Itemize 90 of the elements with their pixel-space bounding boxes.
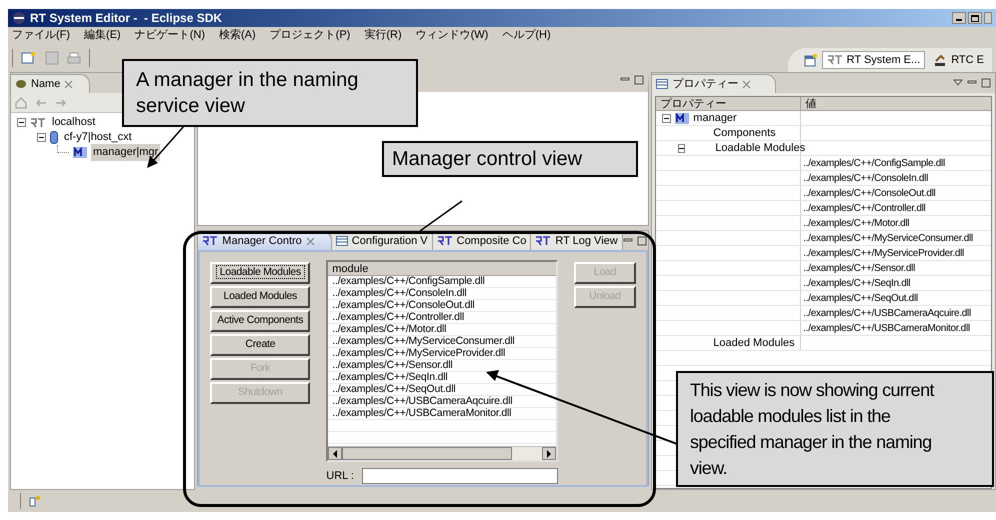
action-button[interactable]: Create	[210, 334, 310, 356]
property-value: ../examples/C++/Controller.dll	[803, 202, 926, 216]
table-cell-text: ../examples/C++/ConsoleOut.dll	[331, 300, 476, 312]
new-file-icon[interactable]	[21, 51, 37, 65]
table-cell-text: ../examples/C++/ConfigSample.dll	[331, 276, 486, 288]
property-value: ../examples/C++/USBCameraMonitor.dll	[803, 322, 970, 336]
view-menu-icon[interactable]	[953, 78, 963, 88]
maximize-button[interactable]	[968, 12, 982, 24]
property-value: ../examples/C++/MyServiceProvider.dll	[803, 246, 964, 260]
rt-logo-icon	[826, 55, 843, 65]
tree-item[interactable]: manager|mgr	[91, 144, 160, 161]
property-value: ../examples/C++/ConsoleIn.dll	[803, 172, 928, 186]
property-name: Loadable Modules	[715, 140, 806, 156]
action-button[interactable]: Loadable Modules	[210, 262, 310, 284]
rt-icon	[202, 236, 218, 246]
menu-item[interactable]: ヘルプ(H)	[502, 27, 551, 44]
fast-view-icon[interactable]	[29, 495, 41, 507]
menu-item[interactable]: 検索(A)	[219, 27, 256, 44]
minimize-button[interactable]	[952, 12, 966, 24]
close-icon[interactable]	[742, 80, 752, 88]
property-value: ../examples/C++/Motor.dll	[803, 216, 910, 230]
menu-item[interactable]: ファイル(F)	[12, 27, 70, 44]
table-cell-text: ../examples/C++/USBCameraMonitor.dll	[331, 408, 512, 420]
menu-item[interactable]: プロジェクト(P)	[270, 27, 350, 44]
maximize-icon[interactable]	[981, 78, 991, 88]
property-name: Loaded Modules	[713, 336, 795, 351]
window-title: RT System Editor - - Eclipse SDK	[30, 10, 222, 27]
table-cell-text: ../examples/C++/Motor.dll	[331, 324, 448, 336]
view-tab[interactable]: プロパティー	[652, 74, 776, 93]
print-icon[interactable]	[67, 51, 81, 65]
callout: A manager in the naming service view	[122, 59, 418, 127]
callout: Manager control view	[382, 141, 638, 177]
tree-item[interactable]: cf-y7|host_cxt	[62, 129, 134, 146]
open-perspective-icon[interactable]	[804, 53, 818, 67]
table-icon	[336, 236, 348, 246]
column-header[interactable]: 値	[801, 97, 991, 110]
perspective-button[interactable]: RT System E...	[822, 51, 926, 69]
property-value: ../examples/C++/ConfigSample.dll	[803, 156, 945, 170]
eclipse-icon	[12, 11, 26, 25]
property-name: Components	[713, 126, 776, 141]
collapse-toggle[interactable]	[17, 118, 26, 127]
table-cell-text: ../examples/C++/Sensor.dll	[331, 360, 454, 372]
cylinder-icon	[50, 131, 58, 144]
close-icon[interactable]	[64, 80, 74, 88]
property-value: ../examples/C++/MyServiceConsumer.dll	[803, 232, 973, 246]
property-value: ../examples/C++/Sensor.dll	[803, 262, 916, 276]
url-field[interactable]	[362, 468, 558, 484]
rt-icon	[436, 236, 453, 246]
table-cell-text: ../examples/C++/USBCameraAqcuire.dll	[331, 396, 514, 408]
view-tab[interactable]: Name	[11, 74, 90, 93]
property-value: ../examples/C++/ConsoleOut.dll	[803, 186, 936, 200]
property-value: ../examples/C++/SeqIn.dll	[803, 276, 910, 290]
collapse-toggle[interactable]	[662, 114, 672, 122]
table-cell-text: ../examples/C++/ConsoleIn.dll	[331, 288, 468, 300]
leader-line	[420, 200, 462, 232]
property-value: ../examples/C++/SeqOut.dll	[803, 292, 918, 306]
close-icon[interactable]	[306, 236, 315, 246]
menu-item[interactable]: ナビゲート(N)	[134, 27, 205, 44]
collapse-toggle[interactable]	[37, 133, 46, 142]
callout: This view is now showing current loadable modules list in the specified manager in the naming view.	[676, 371, 994, 487]
leaf-icon	[15, 79, 27, 89]
property-name: manager	[693, 110, 737, 126]
manager-icon	[675, 112, 690, 124]
menu-item[interactable]: 編集(E)	[84, 27, 121, 44]
rt-icon	[535, 236, 552, 246]
property-value: ../examples/C++/USBCameraAqcuire.dll	[803, 306, 971, 320]
tab-label: プロパティー	[672, 76, 738, 92]
table-cell-text: ../examples/C++/SeqIn.dll	[331, 372, 448, 384]
menu-item[interactable]: 実行(R)	[364, 27, 402, 44]
perspective-button[interactable]: RTC E	[929, 51, 988, 69]
table-cell-text: ../examples/C++/SeqOut.dll	[331, 384, 456, 396]
maximize-icon[interactable]	[636, 236, 647, 246]
url-label: URL :	[326, 469, 354, 484]
table-icon	[656, 79, 668, 89]
menu-item[interactable]: ウィンドウ(W)	[416, 27, 488, 44]
table-cell-text: ../examples/C++/MyServiceConsumer.dll	[331, 336, 516, 348]
rt-logo-icon	[30, 118, 46, 128]
manager-icon	[73, 147, 87, 158]
table-cell-text: ../examples/C++/MyServiceProvider.dll	[331, 348, 506, 360]
tab-label: Name	[31, 76, 60, 92]
column-header[interactable]: プロパティー	[656, 97, 802, 110]
collapse-toggle[interactable]	[678, 144, 686, 152]
horizontal-scrollbar[interactable]	[328, 446, 556, 460]
tree-item[interactable]: localhost	[50, 114, 98, 131]
column-header[interactable]: module	[328, 262, 556, 276]
action-button[interactable]: Loaded Modules	[210, 286, 310, 308]
maximize-icon[interactable]	[634, 75, 644, 85]
action-button[interactable]: Active Components	[210, 310, 310, 332]
close-button[interactable]	[984, 12, 992, 24]
table-cell-text: ../examples/C++/Controller.dll	[331, 312, 465, 324]
